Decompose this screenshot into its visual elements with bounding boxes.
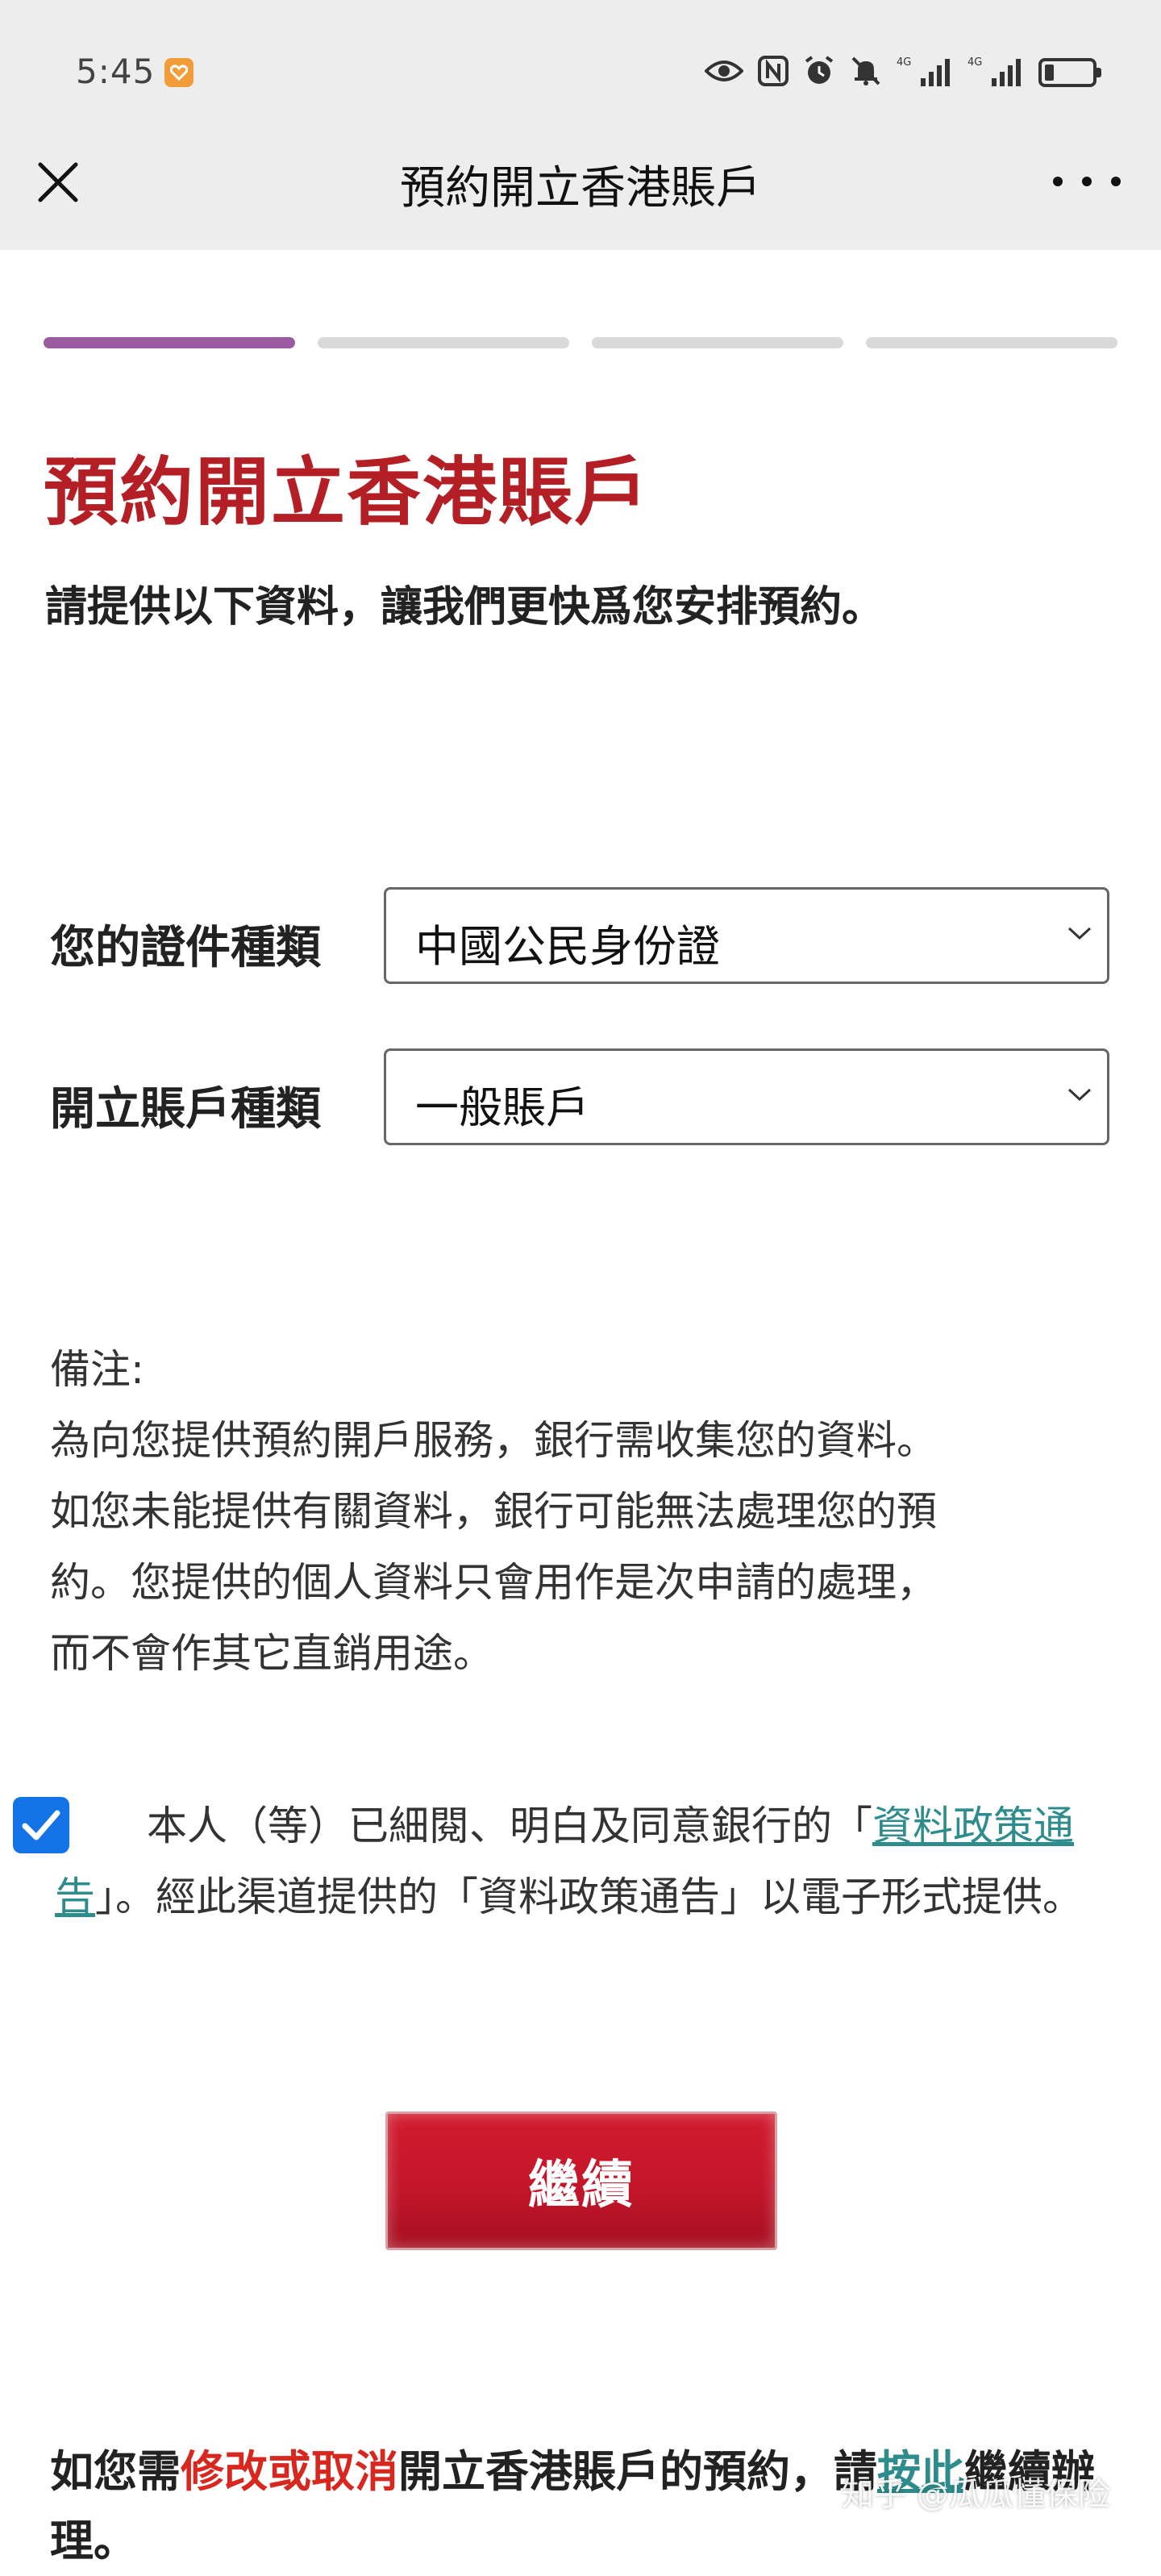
mute-icon: [850, 55, 882, 90]
status-icons: 4G 4G: [704, 53, 1101, 92]
progress-step: [592, 337, 843, 348]
page-subtitle: 請提供以下資料，讓我們更快爲您安排預約。: [45, 583, 884, 631]
progress-step: [44, 337, 295, 348]
id-type-row: 您的證件種類 中國公民身份證: [50, 887, 1109, 987]
status-time: 5:45: [76, 52, 156, 91]
status-bar: 5:45 4G 4G: [0, 0, 1161, 137]
consent-text: 本人（等）已細閱、明白及同意銀行的「資料政策通告」。經此渠道提供的「資料政策通告…: [55, 1790, 1095, 1932]
more-icon-dot: [1053, 177, 1063, 186]
progress-steps: [44, 337, 1117, 350]
remarks-title: 備注:: [50, 1346, 144, 1393]
chevron-down-icon: [1067, 1088, 1092, 1102]
footer-middle: 開立香港賬戶的預約，請: [398, 2446, 877, 2497]
consent-text-before: 本人（等）已細閱、明白及同意銀行的「: [147, 1803, 872, 1849]
chevron-down-icon: [1067, 927, 1092, 940]
progress-step: [318, 337, 569, 348]
footer-highlight: 修改或取消: [181, 2446, 398, 2497]
continue-button[interactable]: 繼續: [385, 2111, 777, 2250]
progress-step: [866, 337, 1117, 348]
account-type-label: 開立賬戶種類: [50, 1083, 321, 1136]
battery-icon: [1038, 58, 1101, 87]
id-type-label: 您的證件種類: [50, 922, 321, 974]
account-type-row: 開立賬戶種類 一般賬戶: [50, 1048, 1109, 1148]
more-icon-dot: [1111, 177, 1121, 186]
footer-prefix: 如您需: [50, 2446, 181, 2497]
signal-4g-icon: 4G: [897, 54, 953, 91]
continue-button-label: 繼續: [528, 2156, 635, 2215]
nav-bar: 預約開立香港賬戶: [0, 137, 1161, 250]
remarks-line: 約。您提供的個人資料只會用作是次申請的處理，: [50, 1559, 937, 1606]
id-type-select[interactable]: 中國公民身份證: [384, 887, 1109, 984]
battery-fill: [1045, 65, 1054, 81]
svg-text:4G: 4G: [897, 56, 911, 69]
signal-4g-icon: 4G: [968, 54, 1024, 91]
eye-icon: [704, 58, 744, 87]
nav-title: 預約開立香港賬戶: [400, 162, 761, 215]
remarks-line: 而不會作其它直銷用途。: [50, 1630, 493, 1677]
alarm-icon: [803, 55, 835, 90]
watermark: 知乎 @瓜瓜懂保险: [842, 2476, 1110, 2513]
account-type-value: 一般賬戶: [415, 1082, 589, 1133]
remarks: 備注: 為向您提供預約開戶服務，銀行需收集您的資料。 如您未能提供有關資料，銀行…: [50, 1334, 1098, 1689]
nfc-icon: [758, 56, 789, 90]
account-type-select[interactable]: 一般賬戶: [384, 1048, 1109, 1145]
consent-text-after: 」。經此渠道提供的「資料政策通告」以電子形式提供。: [95, 1874, 1083, 1920]
id-type-value: 中國公民身份證: [415, 921, 720, 972]
page-heading: 預約開立香港賬戶: [44, 449, 651, 536]
svg-text:4G: 4G: [968, 56, 982, 69]
more-icon-dot: [1082, 177, 1092, 186]
remarks-line: 如您未能提供有關資料，銀行可能無法處理您的預: [50, 1488, 937, 1535]
remarks-line: 為向您提供預約開戶服務，銀行需收集您的資料。: [50, 1417, 937, 1464]
app-notification-icon: [164, 58, 194, 87]
more-button[interactable]: [1053, 161, 1121, 202]
